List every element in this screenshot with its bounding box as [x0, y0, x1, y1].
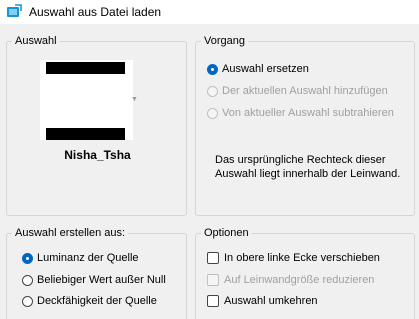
radio-auswahl-ersetzen[interactable]: Auswahl ersetzen [207, 63, 309, 75]
selection-description: Das ursprüngliche Rechteck dieser Auswah… [215, 154, 401, 180]
checkbox-icon[interactable] [207, 295, 219, 307]
checkbox-icon[interactable] [207, 274, 219, 286]
option-label: Auswahl umkehren [224, 295, 318, 307]
title-bar: Auswahl aus Datei laden [0, 0, 419, 24]
checkbox-leinwandgroesse[interactable]: Auf Leinwandgröße reduzieren [207, 274, 374, 286]
preset-name: Nisha_Tsha [64, 148, 131, 162]
selection-preview[interactable] [40, 60, 133, 140]
checkbox-icon[interactable] [207, 252, 219, 264]
auswahl-legend: Auswahl [12, 34, 60, 48]
selection-load-icon [6, 4, 22, 20]
optionen-legend: Optionen [201, 226, 252, 240]
radio-unchecked-icon[interactable] [22, 274, 33, 286]
radio-luminanz[interactable]: Luminanz der Quelle [22, 252, 139, 264]
option-label: Luminanz der Quelle [37, 252, 139, 264]
auswahl-group: Auswahl ▼ Nisha_Tsha [6, 34, 187, 216]
radio-unchecked-icon[interactable] [207, 85, 218, 97]
radio-unchecked-icon[interactable] [207, 107, 218, 119]
option-label: Der aktuellen Auswahl hinzufügen [222, 85, 388, 97]
preview-bar-top [46, 62, 125, 74]
option-label: Von aktueller Auswahl subtrahieren [222, 107, 394, 119]
checkbox-auswahl-umkehren[interactable]: Auswahl umkehren [207, 295, 318, 307]
erstellen-legend: Auswahl erstellen aus: [12, 226, 129, 240]
vorgang-group: Vorgang Auswahl ersetzen Der aktuellen A… [195, 34, 415, 216]
checkbox-obere-linke-ecke[interactable]: In obere linke Ecke verschieben [207, 252, 380, 264]
window-title: Auswahl aus Datei laden [29, 5, 162, 19]
radio-unchecked-icon[interactable] [22, 295, 33, 307]
option-label: Beliebiger Wert außer Null [37, 274, 166, 286]
radio-deckfaehigkeit[interactable]: Deckfähigkeit der Quelle [22, 295, 157, 307]
radio-auswahl-hinzufuegen[interactable]: Der aktuellen Auswahl hinzufügen [207, 85, 388, 97]
radio-checked-icon[interactable] [22, 252, 33, 264]
chevron-down-icon[interactable]: ▼ [131, 96, 138, 103]
radio-auswahl-subtrahieren[interactable]: Von aktueller Auswahl subtrahieren [207, 107, 394, 119]
vorgang-legend: Vorgang [201, 34, 248, 48]
radio-beliebiger-wert[interactable]: Beliebiger Wert außer Null [22, 274, 166, 286]
preview-bar-bottom [46, 128, 125, 140]
erstellen-group: Auswahl erstellen aus: Luminanz der Quel… [6, 226, 187, 319]
option-label: In obere linke Ecke verschieben [224, 252, 380, 264]
option-label: Auswahl ersetzen [222, 63, 309, 75]
option-label: Auf Leinwandgröße reduzieren [224, 274, 375, 286]
radio-checked-icon[interactable] [207, 63, 218, 75]
optionen-group: Optionen In obere linke Ecke verschieben… [195, 226, 415, 319]
option-label: Deckfähigkeit der Quelle [37, 295, 157, 307]
